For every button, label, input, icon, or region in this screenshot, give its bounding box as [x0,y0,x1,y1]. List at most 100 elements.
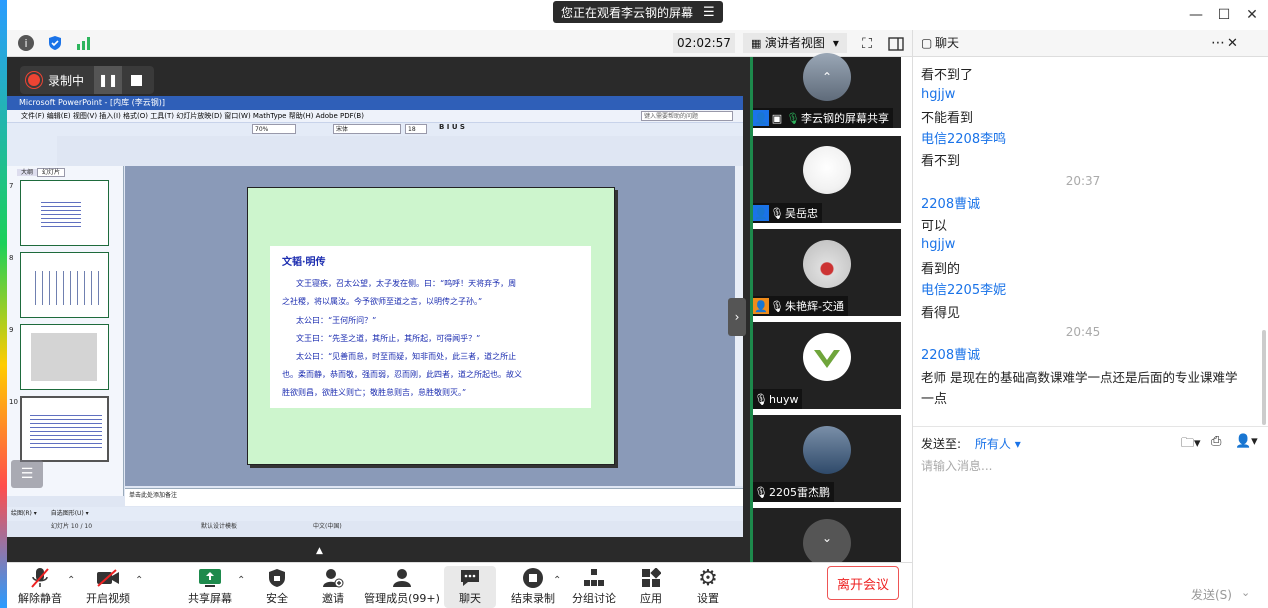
participants-button[interactable]: 管理成员(99+) [362,566,442,608]
panel-collapse-icon[interactable]: › [728,298,746,336]
ppt-toolbar[interactable]: 70% 宋体 18 B I U S 键入需要帮助的问题 [7,111,743,136]
slide-thumbnail[interactable] [20,324,109,390]
bold-icon[interactable]: B I U S [439,123,465,131]
tile-name-bar: 🎙 huyw [753,389,803,409]
send-button[interactable]: 发送(S) [1191,586,1232,603]
apps-icon [641,566,661,590]
chevron-up-icon[interactable]: ⌃ [135,575,143,586]
stop-icon[interactable] [122,74,150,86]
chat-message: 看到的 [921,262,961,277]
security-label: 安全 [266,592,288,605]
breakout-icon [583,566,605,590]
autoshape-menu[interactable]: 自选图形(U) ▾ [51,510,89,517]
end-recording-button[interactable]: 结束录制 [500,566,566,608]
close-window-button[interactable]: ✕ [1238,4,1266,26]
chevron-down-icon[interactable]: ⌄ [817,528,837,548]
layout-toggle-icon[interactable] [887,35,905,53]
tile-name-bar: 👤 🎙 吴岳忠 [753,203,822,223]
screenshot-icon[interactable]: ⎙ [1211,434,1221,449]
slide-text-line: 胜欲则昌，欲胜义则亡；敬胜怠则吉，怠胜敬则灭。” [282,388,467,397]
slide-textbox[interactable] [270,246,591,408]
chat-button[interactable]: 聊天 [444,566,496,608]
chevron-down-icon[interactable]: ⌄ [1241,586,1250,599]
view-label: 演讲者视图 [764,36,825,50]
start-video-label: 开启视频 [86,592,130,605]
font-select[interactable]: 宋体 [333,124,401,134]
signal-icon[interactable] [76,35,92,51]
chevron-down-icon: ▾ [832,36,839,50]
leave-meeting-button[interactable]: 离开会议 [827,566,899,600]
slide-thumbnail[interactable] [20,252,109,318]
video-tile[interactable]: 👤 🎙 吴岳忠 [753,136,901,223]
share-screen-icon [198,566,222,590]
folder-icon[interactable]: 🗀▾ [1181,434,1201,456]
shield-icon[interactable] [47,35,63,51]
chat-title: 聊天 [935,36,960,50]
draw-menu[interactable]: 绘图(R) ▾ [11,510,37,517]
list-icon[interactable]: ☰ [11,460,43,488]
video-tile[interactable]: 🎙 2205雷杰鹏 [753,415,901,502]
user-icon: 👤 [753,298,769,314]
notes-pane[interactable]: 单击此处添加备注 [125,488,743,506]
chat-message: 老师 是现在的基础高数课难学一点还是后面的专业课难学 [921,370,1238,385]
ppt-toolbar-secondary[interactable] [7,136,57,166]
viewing-banner[interactable]: 您正在观看李云钢的屏幕 ☰ [553,1,723,23]
banner-text: 您正在观看李云钢的屏幕 [561,5,694,20]
more-icon[interactable]: ⋯ [1211,30,1225,57]
chat-sender[interactable]: 2208曹诚 [921,344,980,363]
view-selector[interactable]: ▦ 演讲者视图 ▾ [743,33,847,53]
video-tile[interactable]: 👤 🎙 朱艳辉-交通 [753,229,901,316]
chevron-up-icon[interactable]: ⌃ [817,67,837,87]
start-video-button[interactable]: 开启视频 [75,566,141,608]
video-tile[interactable]: 🎙 huyw [753,322,901,409]
mic-muted-icon: 🎙 [754,485,768,499]
tab-outline[interactable]: 大纲 [17,169,38,176]
slide-text-line: 太公曰：“见善而怠，时至而疑，知非而处，此三者，道之所止 [296,352,517,361]
invite-button[interactable]: 邀请 [300,566,366,608]
chat-sender[interactable]: 电信2205李妮 [921,279,1006,298]
minimize-button[interactable]: — [1182,4,1210,26]
chat-sender[interactable]: 2208曹诚 [921,193,980,212]
participant-name: 2205雷杰鹏 [769,486,830,499]
video-tile[interactable]: ⌃ 👤 ▣ 🎙 李云钢的屏幕共享 [753,53,901,128]
person-icon[interactable]: 👤▾ [1235,434,1258,449]
grid-view-icon: ▦ [751,37,765,50]
user-icon: 👤 [753,205,769,221]
chat-sender[interactable]: 电信2208李鸣 [921,128,1006,147]
chat-sender[interactable]: hgjjw [921,237,955,252]
invite-icon [322,566,344,590]
help-search[interactable]: 键入需要帮助的问题 [641,111,733,121]
invite-label: 邀请 [322,592,344,605]
slide-text-line: 也。柔而静，恭而敬，强而弱，忍而刚，此四者，道之所起也。故义 [282,370,522,379]
slides-tabs[interactable]: 大纲 幻灯片 [17,167,66,177]
tab-slides[interactable]: 幻灯片 [37,168,66,177]
chat-message: 看不到了 [921,68,974,83]
chat-sender[interactable]: hgjjw [921,87,955,102]
status-slide-position: 幻灯片 10 / 10 [51,523,93,530]
participant-name: huyw [769,392,799,406]
ppt-menu-bar[interactable]: 文件(F) 编辑(E) 视图(V) 插入(I) 格式(O) 工具(T) 幻灯片放… [7,110,743,122]
drawing-toolbar[interactable]: 绘图(R) ▾ 自选图形(U) ▾ [7,507,743,521]
record-dot-icon [28,74,40,86]
video-tile[interactable]: ⌄ [753,508,901,567]
chat-input[interactable]: 请输入消息... [921,457,1251,477]
hamburger-icon[interactable]: ☰ [703,5,715,20]
slide-thumbnail-selected[interactable] [20,396,109,462]
slide-heading: 文韬·明传 [282,257,326,268]
host-icon: 👤 [753,110,769,126]
slide-thumbnail[interactable] [20,180,109,246]
maximize-button[interactable]: ☐ [1210,4,1238,26]
zoom-select[interactable]: 70% [252,124,296,134]
pause-icon[interactable]: ❚❚ [94,66,123,94]
close-icon[interactable]: ✕ [1227,30,1238,57]
chat-icon [459,566,481,590]
send-to-select[interactable]: 所有人 ▾ [975,437,1021,451]
font-size-select[interactable]: 18 [405,124,427,134]
info-icon[interactable]: i [18,35,34,51]
share-screen-button[interactable]: 共享屏幕 [177,566,243,608]
unmute-button[interactable]: 解除静音 [7,566,73,608]
fullscreen-icon[interactable]: ⛶ [858,35,876,53]
settings-button[interactable]: ⚙ 设置 [675,566,741,608]
cursor-icon: ▲ [316,546,323,556]
chat-scrollbar[interactable] [1262,330,1266,425]
